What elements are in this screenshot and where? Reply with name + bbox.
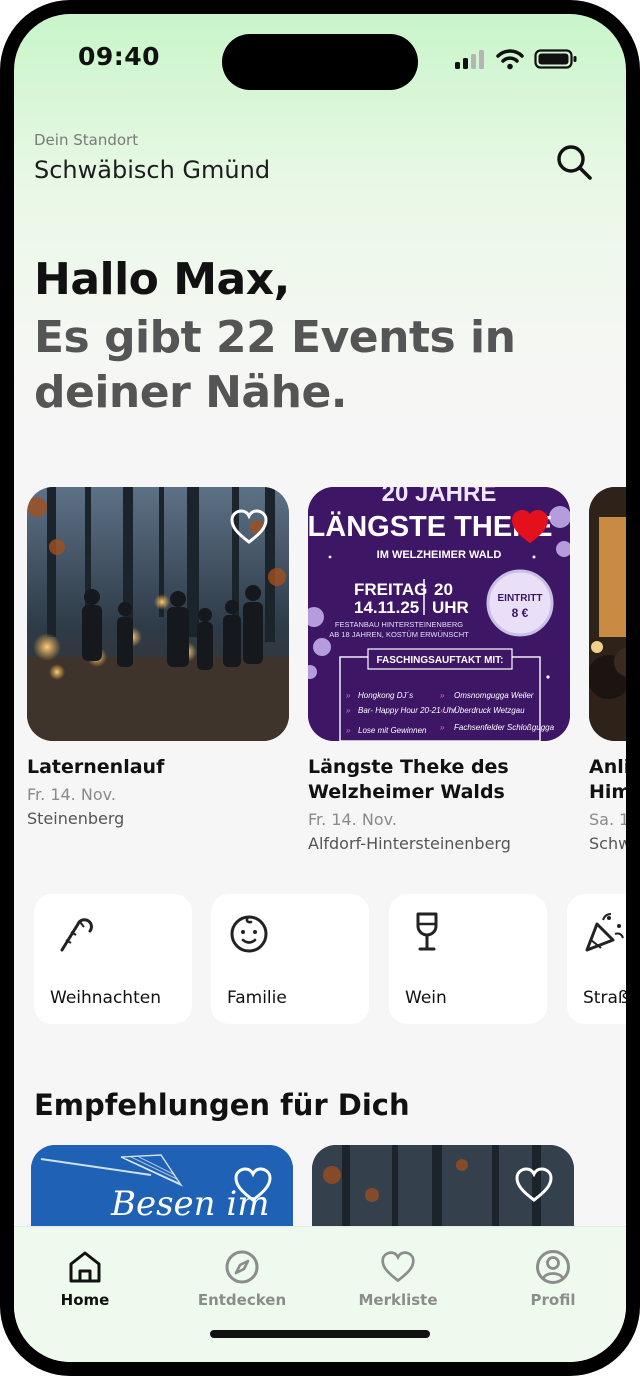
event-title: Längste Theke des Welzheimer Walds <box>308 756 509 803</box>
greeting-subtitle: Es gibt 22 Events in deiner Nähe. <box>34 312 516 418</box>
poster-item: Lose mit Gewinnen <box>358 726 427 735</box>
poster-item: Überdruck Wetzgau <box>454 706 525 715</box>
event-image-poster: 20 JAHRE LÄNGSTE THEKE IM WELZHEIMER WAL… <box>308 487 570 741</box>
event-photo-partial <box>589 487 626 741</box>
location-name[interactable]: Schwäbisch Gmünd <box>34 156 270 184</box>
tab-label: Profil <box>530 1291 576 1309</box>
tab-label: Merkliste <box>358 1291 438 1309</box>
category-tile-wine[interactable]: Wein <box>389 894 547 1024</box>
poster-hour: 20 <box>434 580 453 599</box>
poster-subline: IM WELZHEIMER WALD <box>377 549 502 561</box>
category-tile-christmas[interactable]: Weihnachten <box>34 894 192 1024</box>
category-tile-family[interactable]: Familie <box>211 894 369 1024</box>
wine-glass-icon <box>416 912 438 951</box>
tab-watchlist[interactable]: Merkliste <box>343 1249 453 1309</box>
event-image-lantern-walk <box>27 487 289 741</box>
svg-text:»: » <box>346 691 351 700</box>
heart-icon[interactable] <box>514 1165 554 1205</box>
event-place: Steinenberg <box>27 809 125 828</box>
tab-label: Home <box>60 1291 110 1309</box>
heart-icon[interactable] <box>229 507 269 547</box>
event-title: Laternenlauf <box>27 756 165 778</box>
app-screen: 09:40 Dein Standort Schwäbisch Gmünd Hal… <box>14 14 626 1362</box>
event-date: Fr. 14. Nov. <box>27 785 116 804</box>
home-indicator[interactable] <box>210 1330 430 1338</box>
poster-headline-top: 20 JAHRE <box>382 487 497 507</box>
poster-item: Omsnomgugga Weiler <box>454 691 534 700</box>
tab-home[interactable]: Home <box>30 1249 140 1309</box>
status-time: 09:40 <box>78 42 161 71</box>
poster-date: 14.11.25 <box>354 598 419 617</box>
poster-day: FREITAG <box>354 580 427 599</box>
poster-entry-price: 8 € <box>512 606 529 620</box>
poster-venue: FESTANBAU HINTERSTEINENBERG <box>335 620 463 629</box>
poster-note: AB 18 JAHREN, KOSTÜM ERWÜNSCHT <box>329 630 469 639</box>
search-icon[interactable] <box>554 142 594 182</box>
category-label: Straß <box>583 988 626 1008</box>
poster-item: Hongkong DJ´s <box>358 691 413 700</box>
home-icon <box>69 1251 101 1283</box>
tab-label: Entdecken <box>197 1291 287 1309</box>
compass-icon <box>225 1250 259 1284</box>
event-card[interactable]: Anli Him Sa. 1 Schw <box>589 487 626 856</box>
battery-icon <box>534 49 577 69</box>
poster-item: Fachsenfelder Schloßgugga <box>454 723 555 732</box>
dynamic-island <box>222 34 418 90</box>
greeting-title: Hallo Max, <box>34 254 290 305</box>
party-popper-icon <box>585 913 624 952</box>
event-place: Alfdorf-Hintersteinenberg <box>308 834 511 853</box>
category-label: Familie <box>227 988 287 1008</box>
poster-entry-label: EINTRITT <box>498 593 543 604</box>
event-image-partial <box>589 487 626 741</box>
category-label: Weihnachten <box>50 988 161 1008</box>
recommendations-title: Empfehlungen für Dich <box>34 1088 410 1122</box>
category-tile-street[interactable]: Straß <box>567 894 626 1024</box>
svg-text:»: » <box>440 691 445 700</box>
event-date: Fr. 14. Nov. <box>308 810 397 829</box>
svg-text:»: » <box>346 706 351 715</box>
event-title: Anli Him <box>589 756 626 803</box>
event-card[interactable]: 20 JAHRE LÄNGSTE THEKE IM WELZHEIMER WAL… <box>308 487 570 856</box>
category-label: Wein <box>405 988 447 1008</box>
svg-text:»: » <box>440 706 445 715</box>
heart-filled-icon[interactable] <box>510 507 550 547</box>
event-card[interactable]: Laternenlauf Fr. 14. Nov. Steinenberg <box>27 487 289 831</box>
signal-icon <box>455 50 484 69</box>
candy-cane-icon <box>60 918 93 952</box>
phone-frame: 09:40 Dein Standort Schwäbisch Gmünd Hal… <box>0 0 640 1376</box>
tab-profile[interactable]: Profil <box>498 1249 608 1309</box>
svg-text:»: » <box>440 723 445 732</box>
event-place: Schw <box>589 834 626 853</box>
location-label: Dein Standort <box>34 131 139 149</box>
baby-face-icon <box>230 915 268 953</box>
poster-section: FASCHINGSAUFTAKT MIT: <box>376 655 503 666</box>
event-date: Sa. 1 <box>589 810 626 829</box>
poster-hour-unit: UHR <box>432 598 469 617</box>
bottom-tab-bar: Home Entdecken Merkliste Profil <box>14 1226 626 1362</box>
tab-discover[interactable]: Entdecken <box>187 1249 297 1309</box>
svg-text:»: » <box>346 726 351 735</box>
heart-icon <box>381 1251 415 1283</box>
heart-icon[interactable] <box>233 1165 273 1205</box>
wifi-icon <box>496 49 524 70</box>
profile-icon <box>536 1250 570 1284</box>
